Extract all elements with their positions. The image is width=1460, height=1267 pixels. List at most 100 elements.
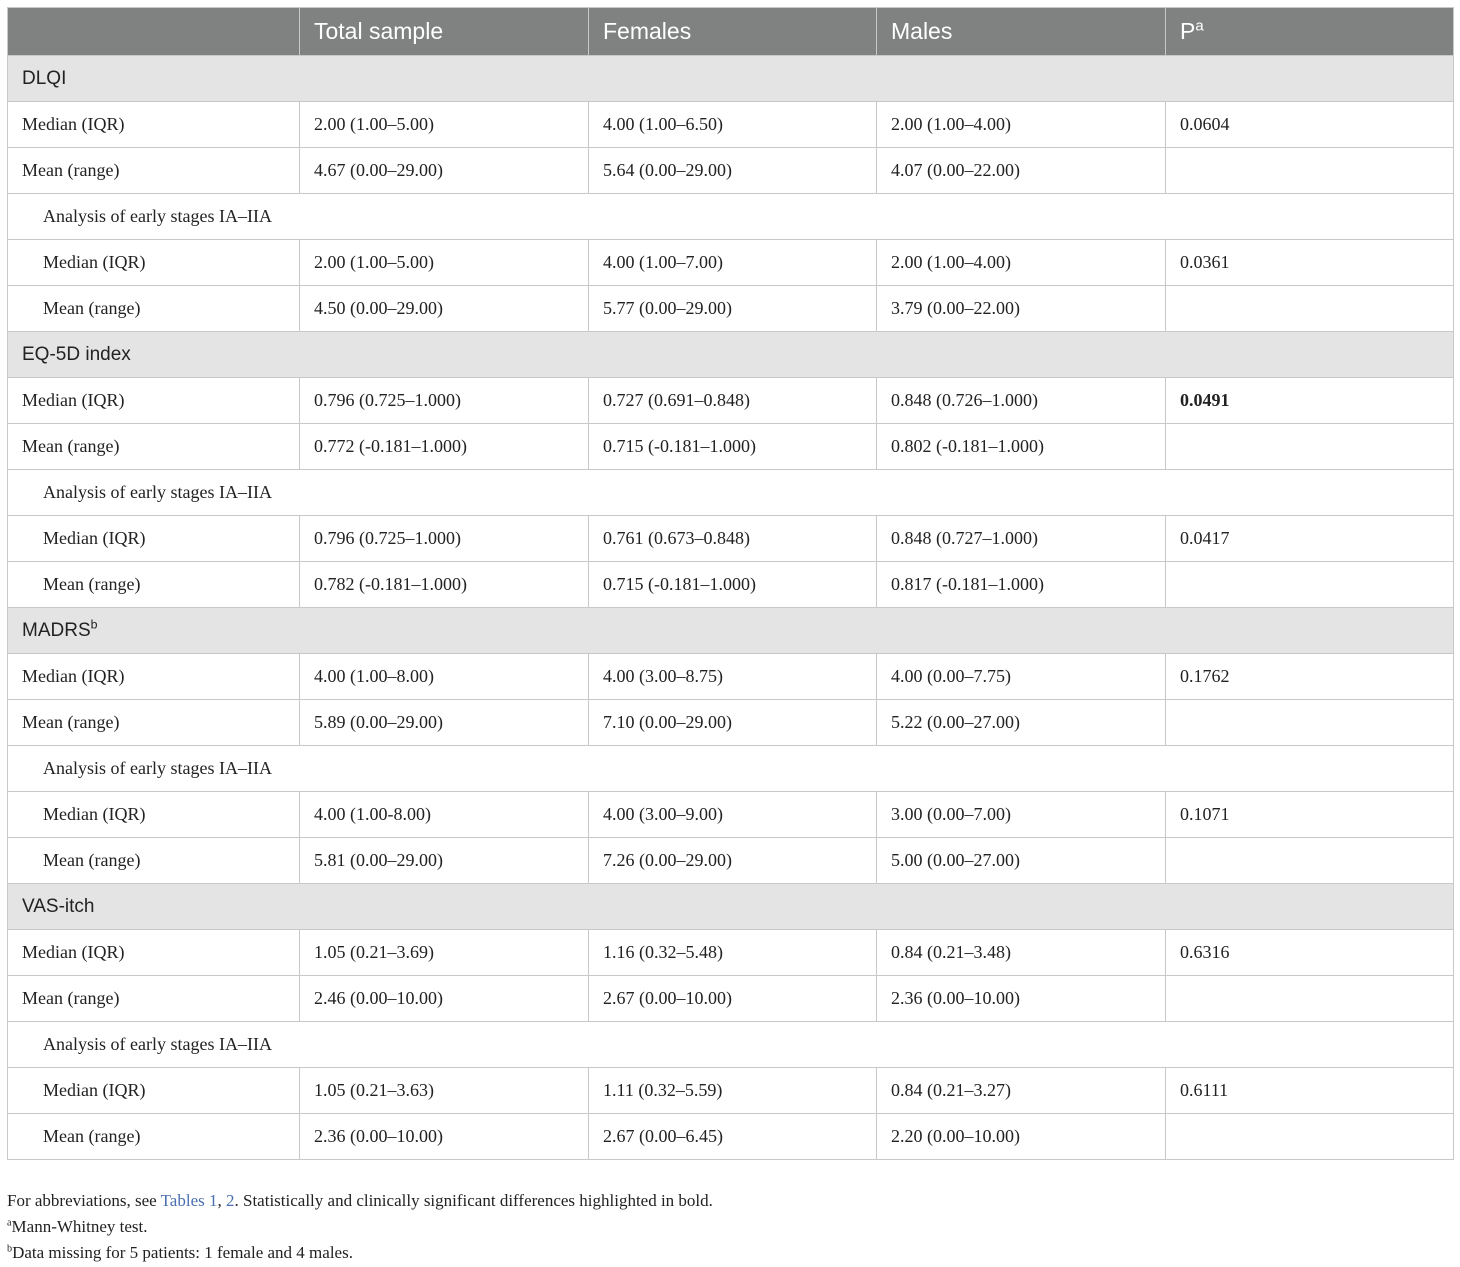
cell-total-sample: 2.00 (1.00–5.00) (299, 239, 589, 286)
cell-females: 4.00 (3.00–8.75) (588, 653, 877, 700)
cell-males: 5.22 (0.00–27.00) (876, 699, 1166, 746)
subheading-row: Analysis of early stages IA–IIA (7, 193, 1454, 240)
header-cell-females: Females (588, 7, 877, 56)
table-row: Mean (range) 5.89 (0.00–29.00) 7.10 (0.00–… (7, 699, 1454, 746)
cell-females: 2.67 (0.00–10.00) (588, 975, 877, 1022)
cell-females: 0.715 (-0.181–1.000) (588, 423, 877, 470)
footnote-b-text: Data missing for 5 patients: 1 female an… (12, 1243, 353, 1262)
subheading-label: Analysis of early stages IA–IIA (7, 745, 1454, 792)
p-label: P (1180, 18, 1196, 44)
tables-1-link[interactable]: Tables 1 (161, 1191, 218, 1210)
row-label: Median (IQR) (7, 101, 300, 148)
table-row: Median (IQR) 1.05 (0.21–3.69) 1.16 (0.32–5… (7, 929, 1454, 976)
cell-males: 0.84 (0.21–3.48) (876, 929, 1166, 976)
cell-total-sample: 2.00 (1.00–5.00) (299, 101, 589, 148)
cell-females: 4.00 (1.00–7.00) (588, 239, 877, 286)
table-row: Median (IQR) 4.00 (1.00–8.00) 4.00 (3.00–8… (7, 653, 1454, 700)
section-header-row: VAS-itch (7, 883, 1454, 930)
cell-males: 2.00 (1.00–4.00) (876, 101, 1166, 148)
footnote-text: . Statistically and clinically significa… (234, 1191, 713, 1210)
cell-p-value: 0.6316 (1165, 929, 1454, 976)
cell-females: 0.715 (-0.181–1.000) (588, 561, 877, 608)
subheading-row: Analysis of early stages IA–IIA (7, 1021, 1454, 1068)
cell-total-sample: 0.782 (-0.181–1.000) (299, 561, 589, 608)
row-label: Median (IQR) (7, 515, 300, 562)
cell-males: 3.00 (0.00–7.00) (876, 791, 1166, 838)
footnote-separator: , (217, 1191, 226, 1210)
table-row: Median (IQR) 4.00 (1.00-8.00) 4.00 (3.00–9… (7, 791, 1454, 838)
subheading-label: Analysis of early stages IA–IIA (7, 193, 1454, 240)
row-label: Mean (range) (7, 561, 300, 608)
footnote-a-text: Mann-Whitney test. (11, 1217, 148, 1236)
cell-p-value: 0.6111 (1165, 1067, 1454, 1114)
section-label: EQ-5D index (22, 343, 131, 365)
cell-males: 4.00 (0.00–7.75) (876, 653, 1166, 700)
cell-p-value: 0.0417 (1165, 515, 1454, 562)
cell-total-sample: 5.81 (0.00–29.00) (299, 837, 589, 884)
subheading-label: Analysis of early stages IA–IIA (7, 469, 1454, 516)
section-label: MADRS (22, 619, 91, 641)
header-cell-label (7, 7, 300, 56)
cell-total-sample: 4.67 (0.00–29.00) (299, 147, 589, 194)
cell-total-sample: 1.05 (0.21–3.63) (299, 1067, 589, 1114)
cell-females: 1.11 (0.32–5.59) (588, 1067, 877, 1114)
row-label: Mean (range) (7, 423, 300, 470)
subheading-row: Analysis of early stages IA–IIA (7, 745, 1454, 792)
table-header: Total sample Females Males Pa (7, 7, 1454, 56)
section-header-row: EQ-5D index (7, 331, 1454, 378)
table-row: Mean (range) 2.46 (0.00–10.00) 2.67 (0.00–… (7, 975, 1454, 1022)
cell-males: 2.00 (1.00–4.00) (876, 239, 1166, 286)
cell-p-value (1165, 699, 1454, 746)
cell-females: 7.26 (0.00–29.00) (588, 837, 877, 884)
row-label: Median (IQR) (7, 791, 300, 838)
section-title: MADRSb (7, 607, 1454, 654)
cell-p-value: 0.0604 (1165, 101, 1454, 148)
table-row: Median (IQR) 0.796 (0.725–1.000) 0.727 (0.… (7, 377, 1454, 424)
cell-total-sample: 2.46 (0.00–10.00) (299, 975, 589, 1022)
cell-males: 5.00 (0.00–27.00) (876, 837, 1166, 884)
section-title: EQ-5D index (7, 331, 1454, 378)
cell-females: 2.67 (0.00–6.45) (588, 1113, 877, 1160)
subheading-label: Analysis of early stages IA–IIA (7, 1021, 1454, 1068)
cell-males: 4.07 (0.00–22.00) (876, 147, 1166, 194)
section-header-row: MADRSb (7, 607, 1454, 654)
cell-p-value: 0.1071 (1165, 791, 1454, 838)
cell-females: 0.727 (0.691–0.848) (588, 377, 877, 424)
cell-total-sample: 4.00 (1.00-8.00) (299, 791, 589, 838)
row-label: Mean (range) (7, 837, 300, 884)
cell-p-value (1165, 285, 1454, 332)
cell-females: 5.64 (0.00–29.00) (588, 147, 877, 194)
cell-females: 1.16 (0.32–5.48) (588, 929, 877, 976)
cell-females: 7.10 (0.00–29.00) (588, 699, 877, 746)
header-cell-males: Males (876, 7, 1166, 56)
cell-males: 0.802 (-0.181–1.000) (876, 423, 1166, 470)
row-label: Median (IQR) (7, 239, 300, 286)
table-row: Mean (range) 5.81 (0.00–29.00) 7.26 (0.00–… (7, 837, 1454, 884)
cell-males: 0.848 (0.726–1.000) (876, 377, 1166, 424)
cell-males: 2.36 (0.00–10.00) (876, 975, 1166, 1022)
cell-males: 0.817 (-0.181–1.000) (876, 561, 1166, 608)
cell-total-sample: 4.50 (0.00–29.00) (299, 285, 589, 332)
row-label: Mean (range) (7, 285, 300, 332)
section-header-row: DLQI (7, 55, 1454, 102)
table-row: Mean (range) 0.772 (-0.181–1.000) 0.715 (-… (7, 423, 1454, 470)
section-title: DLQI (7, 55, 1454, 102)
row-label: Median (IQR) (7, 1067, 300, 1114)
cell-p-value: 0.1762 (1165, 653, 1454, 700)
header-cell-p-value: Pa (1165, 7, 1454, 56)
cell-total-sample: 0.796 (0.725–1.000) (299, 515, 589, 562)
section-label: DLQI (22, 67, 67, 89)
cell-p-value (1165, 975, 1454, 1022)
table-2-link[interactable]: 2 (226, 1191, 235, 1210)
row-label: Median (IQR) (7, 377, 300, 424)
table-row: Mean (range) 0.782 (-0.181–1.000) 0.715 (-… (7, 561, 1454, 608)
row-label: Mean (range) (7, 1113, 300, 1160)
subheading-row: Analysis of early stages IA–IIA (7, 469, 1454, 516)
footnote-text: For abbreviations, see (7, 1191, 161, 1210)
cell-p-value (1165, 1113, 1454, 1160)
cell-total-sample: 0.796 (0.725–1.000) (299, 377, 589, 424)
section-superscript: b (90, 617, 98, 632)
table-row: Median (IQR) 2.00 (1.00–5.00) 4.00 (1.00–7… (7, 239, 1454, 286)
cell-males: 2.20 (0.00–10.00) (876, 1113, 1166, 1160)
footnote-b: bData missing for 5 patients: 1 female a… (7, 1240, 1447, 1266)
